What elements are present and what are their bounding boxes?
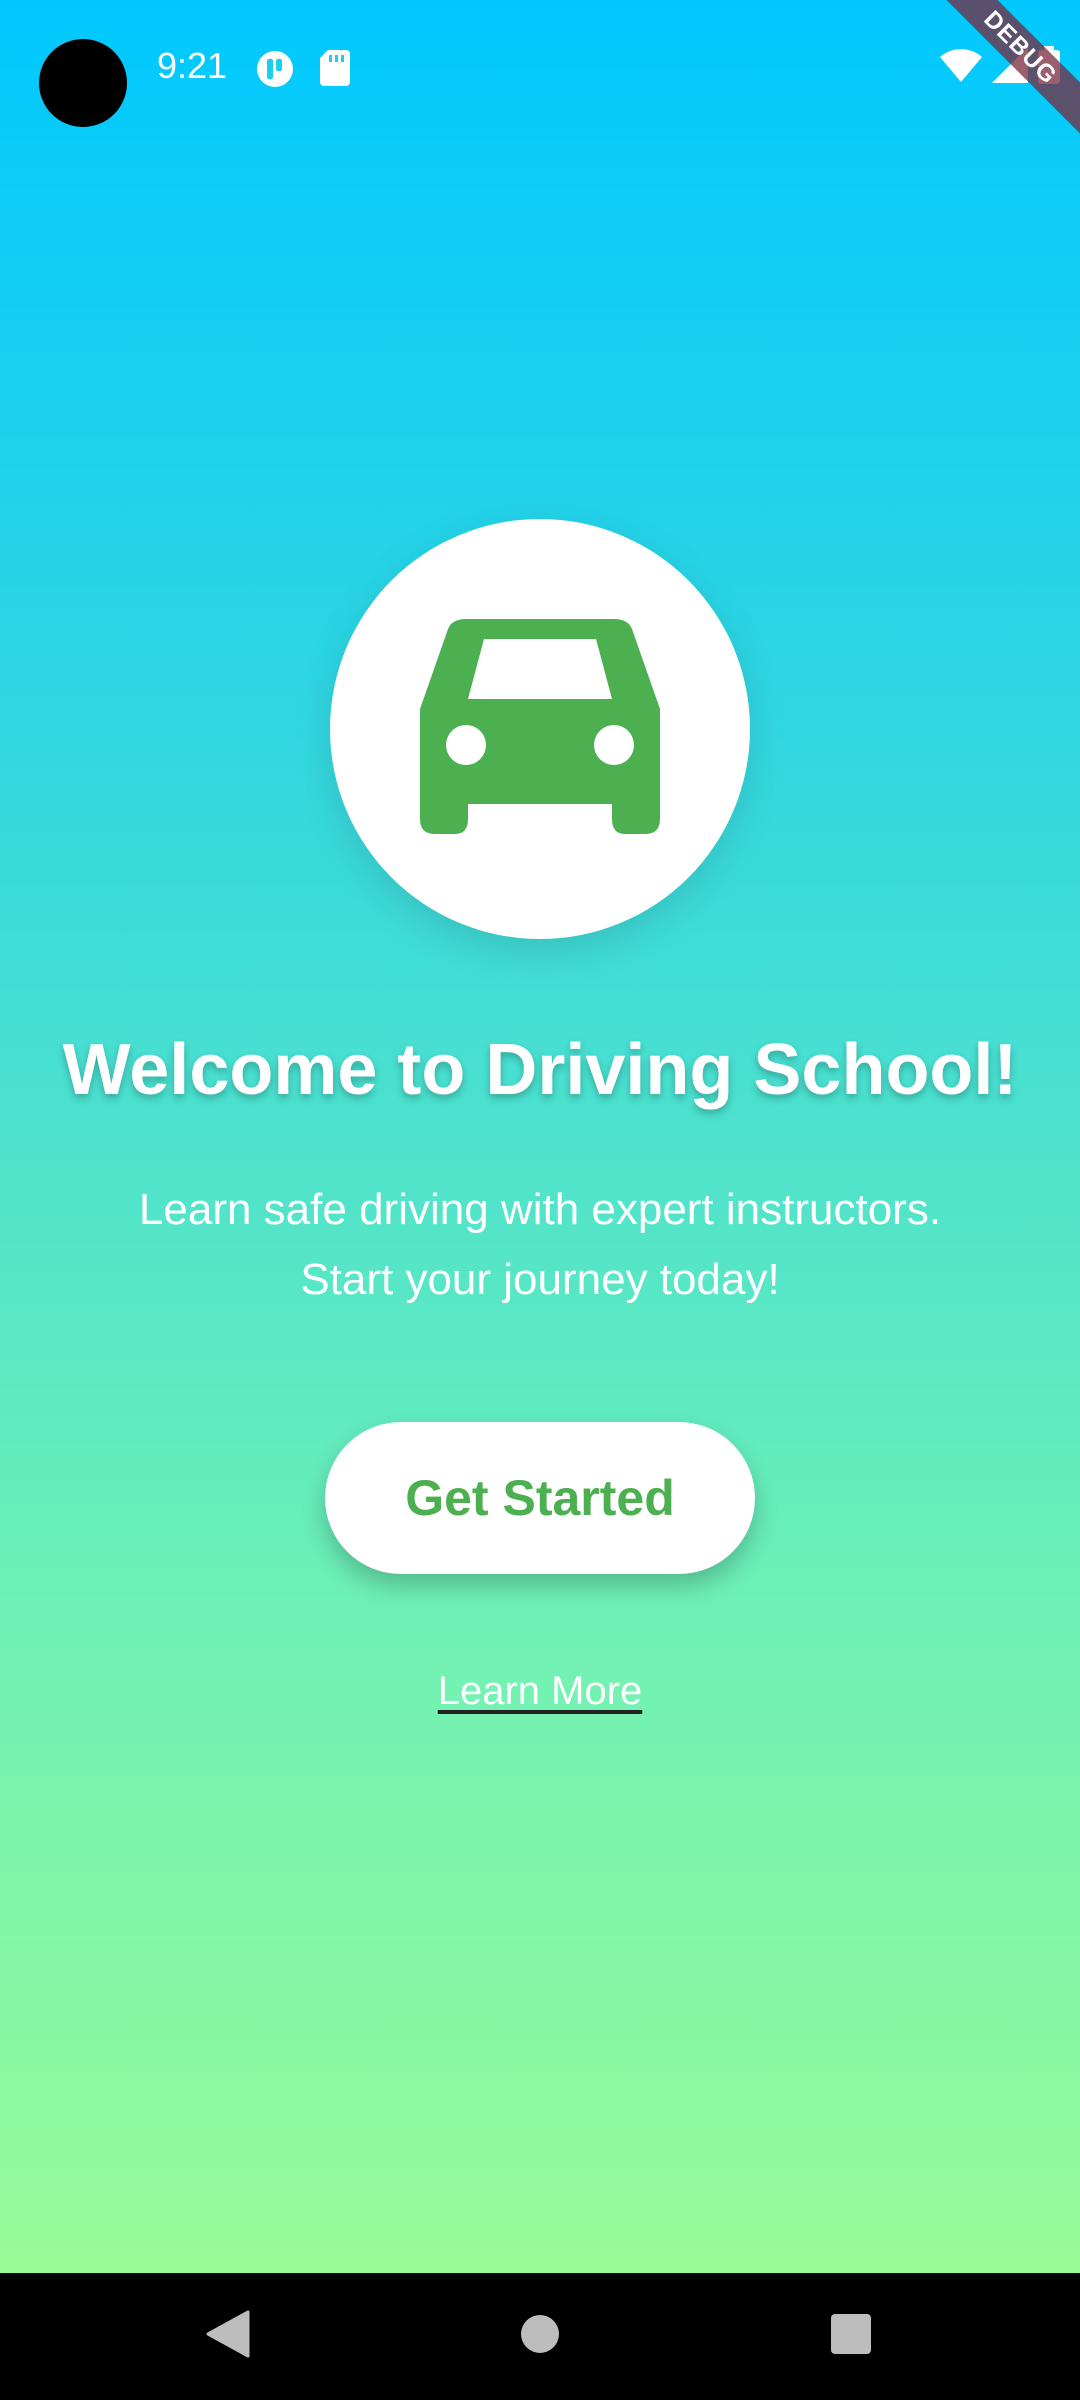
wifi-icon	[940, 48, 982, 87]
gradient-background	[0, 0, 1080, 2273]
home-button[interactable]	[507, 2303, 573, 2369]
recents-square-icon	[830, 2313, 872, 2360]
learn-more-link[interactable]: Learn More	[438, 1669, 643, 1713]
camera-cutout	[39, 39, 127, 127]
system-nav-bar	[0, 2273, 1080, 2400]
recents-button[interactable]	[818, 2303, 884, 2369]
logo-circle	[330, 519, 750, 939]
page-title: Welcome to Driving School!	[62, 1030, 1018, 1110]
car-icon	[420, 619, 660, 839]
welcome-screen: 9:21 DEBUG Welcome to Driving School! Le…	[0, 0, 1080, 2400]
status-time: 9:21	[157, 45, 228, 86]
get-started-button[interactable]: Get Started	[325, 1422, 755, 1574]
status-bar: 9:21 DEBUG	[0, 0, 1080, 153]
page-subtitle: Learn safe driving with expert instructo…	[138, 1185, 942, 1304]
notification-app-icon	[256, 50, 294, 93]
sd-card-icon	[320, 50, 350, 91]
learn-more-row: Learn More	[0, 1665, 1080, 1717]
back-triangle-icon	[206, 2310, 250, 2363]
back-button[interactable]	[195, 2303, 261, 2369]
home-circle-icon	[520, 2314, 560, 2359]
